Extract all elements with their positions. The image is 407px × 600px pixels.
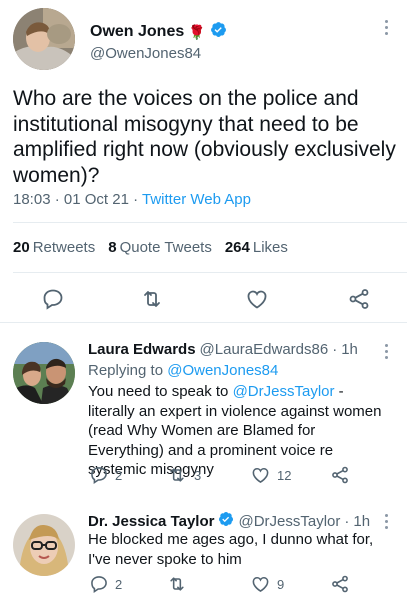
share-icon[interactable] — [347, 287, 371, 311]
divider — [0, 322, 407, 323]
replying-to-mention[interactable]: @OwenJones84 — [167, 362, 278, 379]
divider — [13, 222, 407, 223]
replying-to: Replying to @OwenJones84 — [88, 362, 279, 379]
reply-time[interactable]: 1h — [353, 513, 370, 530]
tweet-date[interactable]: 01 Oct 21 — [64, 191, 129, 208]
more-icon[interactable] — [385, 20, 389, 35]
reply-text: He blocked me ages ago, I dunno what for… — [88, 531, 374, 568]
like-icon — [252, 576, 269, 593]
like-icon — [252, 467, 269, 484]
reply-icon — [91, 467, 107, 484]
reply-button[interactable]: 2 — [89, 465, 122, 485]
more-icon[interactable] — [385, 344, 389, 359]
divider — [13, 272, 407, 273]
likes-stat[interactable]: 264 Likes — [225, 239, 288, 256]
tweet-app[interactable]: Twitter Web App — [142, 191, 251, 208]
verified-badge-icon — [218, 511, 234, 531]
retweet-icon — [170, 577, 184, 591]
main-tweet: Owen Jones 🌹 @OwenJones84 Who are the vo… — [0, 0, 407, 323]
tweet-meta: 18:03 · 01 Oct 21 · Twitter Web App — [13, 191, 251, 208]
author-name[interactable]: Owen Jones 🌹 — [90, 21, 227, 43]
like-button[interactable]: 9 — [250, 574, 284, 594]
like-button[interactable]: 12 — [250, 465, 291, 485]
author-handle[interactable]: @OwenJones84 — [90, 45, 201, 62]
reply-header: Dr. Jessica Taylor @DrJessTaylor · 1h — [88, 511, 371, 531]
author-avatar[interactable] — [13, 8, 75, 70]
tweet-actions — [0, 285, 407, 315]
reply-tweet[interactable]: Laura Edwards @LauraEdwards86 · 1h Reply… — [0, 326, 407, 502]
share-icon[interactable] — [330, 465, 350, 485]
retweet-icon — [170, 468, 184, 482]
reply-author-name[interactable]: Laura Edwards — [88, 341, 196, 358]
reply-author-handle[interactable]: @DrJessTaylor — [238, 513, 340, 530]
more-icon[interactable] — [385, 514, 389, 529]
reply-time[interactable]: 1h — [341, 341, 358, 358]
reply-header: Laura Edwards @LauraEdwards86 · 1h — [88, 341, 358, 358]
like-icon[interactable] — [245, 287, 269, 311]
rose-emoji: 🌹 — [188, 23, 206, 40]
retweet-icon[interactable] — [140, 287, 164, 311]
reply-icon — [91, 576, 107, 593]
verified-badge-icon — [210, 21, 227, 43]
reply-author-handle[interactable]: @LauraEdwards86 — [200, 341, 329, 358]
tweet-text: Who are the voices on the police and ins… — [13, 87, 396, 187]
reply-tweet[interactable]: Dr. Jessica Taylor @DrJessTaylor · 1h He… — [0, 502, 407, 600]
tweet-stats: 20 Retweets 8 Quote Tweets 264 Likes — [13, 239, 288, 256]
reply-button[interactable]: 2 — [89, 574, 122, 594]
retweet-button[interactable]: 3 — [166, 465, 201, 485]
tweet-time[interactable]: 18:03 — [13, 191, 51, 208]
reply-icon[interactable] — [41, 287, 65, 311]
retweets-stat[interactable]: 20 Retweets — [13, 239, 95, 256]
reply-avatar[interactable] — [13, 342, 75, 404]
reply-avatar[interactable] — [13, 514, 75, 576]
retweet-button[interactable] — [166, 574, 194, 594]
reply-author-name[interactable]: Dr. Jessica Taylor — [88, 513, 214, 530]
quote-tweets-stat[interactable]: 8 Quote Tweets — [108, 239, 212, 256]
mention-link[interactable]: @DrJessTaylor — [233, 383, 335, 400]
share-icon[interactable] — [330, 574, 350, 594]
